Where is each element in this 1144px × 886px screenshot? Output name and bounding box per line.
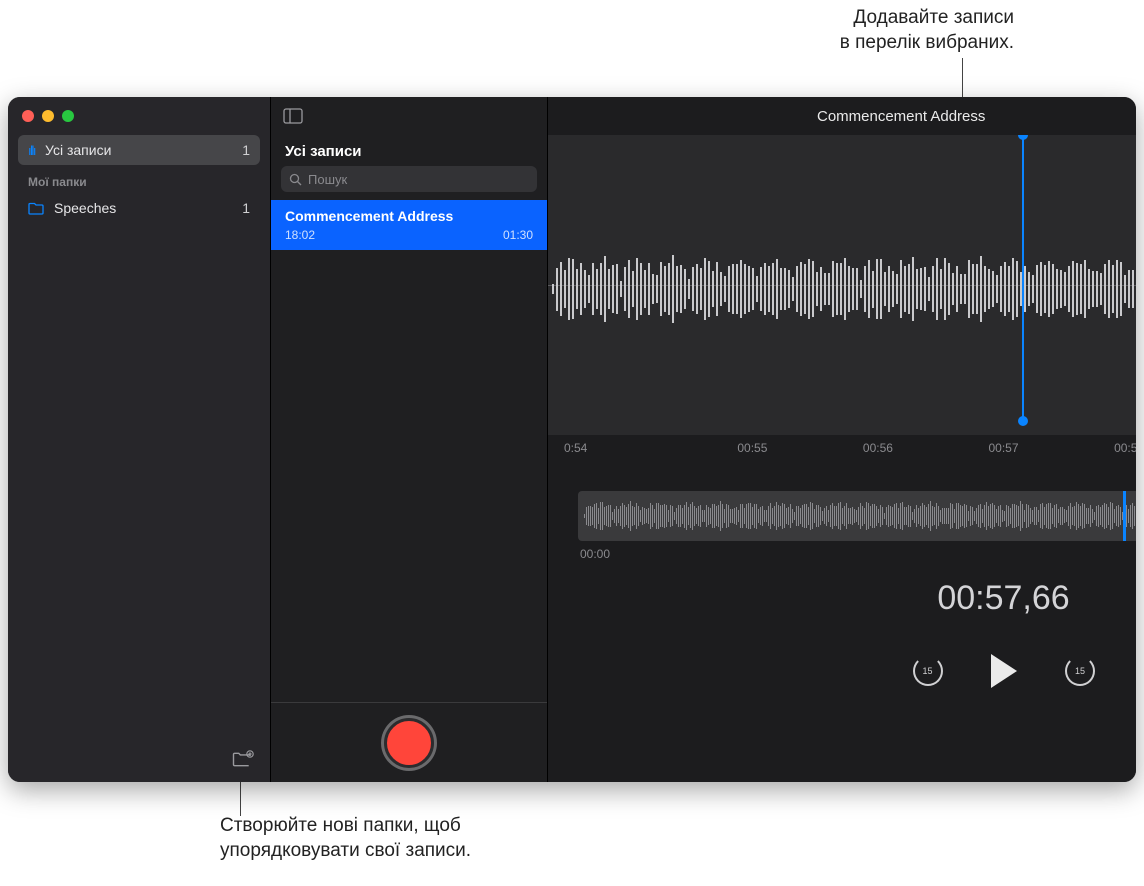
new-folder-button[interactable] [232, 750, 254, 768]
waveform-bars [548, 249, 1136, 329]
callout-text: упорядковувати свої записи. [220, 840, 471, 861]
sidebar-item-count: 1 [242, 200, 250, 216]
skip-back-button[interactable]: 15 [913, 656, 943, 686]
search-field[interactable] [281, 166, 537, 192]
detail-toolbar: Commencement Address Змінити [548, 97, 1136, 135]
sidebar-section-header: Мої папки [18, 165, 260, 193]
sidebar-content: ıllı Усі записи 1 Мої папки Speeches 1 [8, 135, 270, 736]
current-time: 00:57,66 [548, 561, 1136, 618]
recording-item[interactable]: Commencement Address 18:02 01:30 [271, 200, 547, 250]
callout-favorites: Додавайте записи в перелік вибраних. [840, 6, 1014, 55]
playhead[interactable] [1022, 135, 1024, 421]
sidebar: ıllı Усі записи 1 Мої папки Speeches 1 [8, 97, 270, 782]
recording-meta: 18:02 01:30 [285, 228, 533, 242]
minimize-button[interactable] [42, 110, 54, 122]
ruler-tick: 00:58 [1066, 441, 1136, 469]
record-button[interactable] [384, 718, 434, 768]
callout-text: Додавайте записи [853, 7, 1014, 28]
ruler-tick: 00:55 [690, 441, 816, 469]
list-title: Усі записи [271, 135, 547, 166]
overview-start: 00:00 [580, 547, 610, 561]
recordings-list: Усі записи Commencement Address 18:02 01… [270, 97, 548, 782]
sidebar-footer [8, 736, 270, 782]
list-spacer [271, 250, 547, 702]
time-ruler: 0:5400:5500:5600:5700:5800:5901:00 [548, 435, 1136, 469]
close-button[interactable] [22, 110, 34, 122]
skip-forward-button[interactable]: 15 [1065, 656, 1095, 686]
ruler-tick: 00:57 [941, 441, 1067, 469]
recording-time: 18:02 [285, 228, 315, 242]
folder-icon [28, 201, 44, 215]
window-controls [8, 97, 270, 135]
sidebar-item-label: Усі записи [45, 142, 111, 158]
overview-wrap [548, 469, 1136, 541]
detail-title: Commencement Address [560, 108, 1136, 125]
waveform-icon: ıllı [28, 143, 35, 158]
overview-playhead[interactable] [1123, 491, 1126, 541]
detail-pane: Commencement Address Змінити 0:5400:5500… [548, 97, 1136, 782]
callout-leader-line [240, 782, 241, 816]
playback-controls: 15 15 [548, 618, 1136, 702]
sidebar-item-count: 1 [242, 142, 250, 158]
toggle-sidebar-button[interactable] [283, 108, 303, 124]
ruler-tick: 00:56 [815, 441, 941, 469]
sidebar-item-folder[interactable]: Speeches 1 [18, 193, 260, 223]
sidebar-item-all-recordings[interactable]: ıllı Усі записи 1 [18, 135, 260, 165]
recording-title: Commencement Address [285, 208, 533, 224]
list-footer [271, 702, 547, 782]
list-toolbar [271, 97, 547, 135]
overview-labels: 00:00 01:30 [548, 541, 1136, 561]
sidebar-item-label: Speeches [54, 200, 116, 216]
waveform-overview[interactable] [578, 491, 1136, 541]
callout-new-folder: Створюйте нові папки, щоб упорядковувати… [220, 814, 471, 863]
search-input[interactable] [308, 172, 529, 187]
recording-duration: 01:30 [503, 228, 533, 242]
voice-memos-window: ıllı Усі записи 1 Мої папки Speeches 1 [8, 97, 1136, 782]
search-icon [289, 173, 302, 186]
play-button[interactable] [991, 654, 1017, 688]
ruler-tick: 0:54 [564, 441, 690, 469]
zoom-button[interactable] [62, 110, 74, 122]
waveform-editor[interactable] [548, 135, 1136, 435]
callout-text: Створюйте нові папки, щоб [220, 815, 461, 836]
callout-text: в перелік вибраних. [840, 32, 1014, 53]
